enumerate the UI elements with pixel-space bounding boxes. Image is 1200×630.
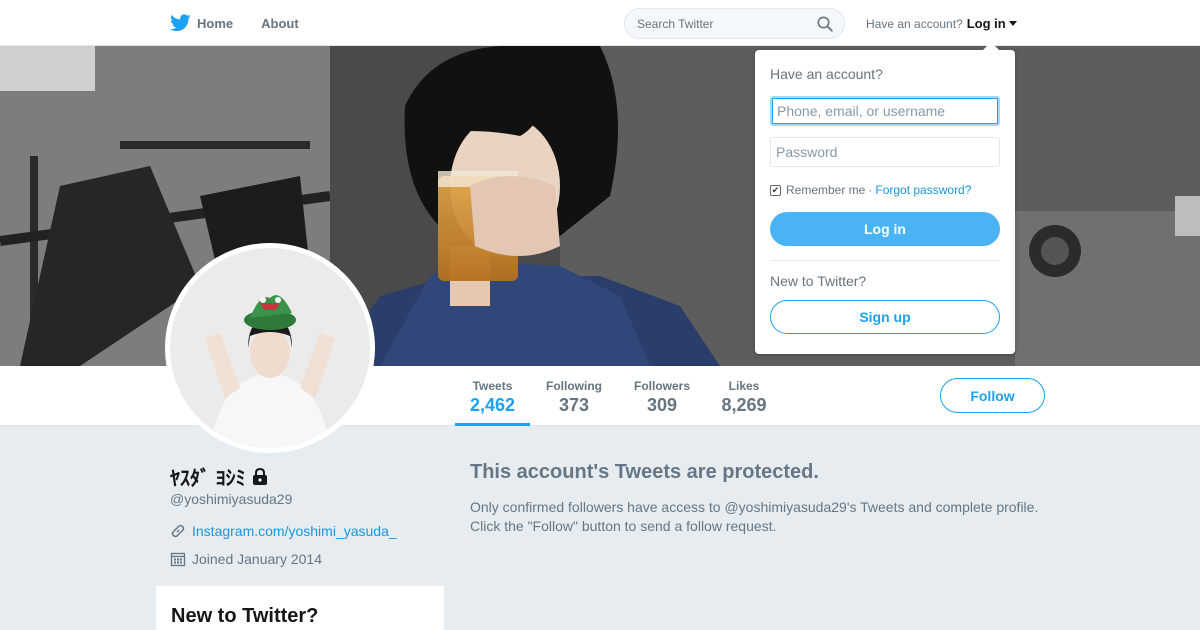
profile-name-text: ﾔｽﾀﾞ ﾖｼﾐ	[170, 468, 246, 490]
signup-card: New to Twitter?	[156, 586, 444, 630]
stat-likes-label: Likes	[728, 379, 760, 393]
protected-title: This account's Tweets are protected.	[470, 461, 819, 483]
signup-card-heading: New to Twitter?	[171, 605, 319, 627]
stat-likes[interactable]: Likes 8,269	[714, 366, 774, 426]
link-icon	[171, 524, 185, 538]
profile-name: ﾔｽﾀﾞ ﾖｼﾐ	[170, 462, 268, 491]
profile-join-date-text: Joined January 2014	[192, 551, 322, 567]
caret-down-icon[interactable]	[1008, 21, 1017, 26]
password-input[interactable]	[770, 137, 1000, 167]
stat-following[interactable]: Following 373	[540, 366, 608, 426]
login-menu-toggle[interactable]: Log in	[967, 16, 1006, 31]
signup-button[interactable]: Sign up	[770, 300, 1000, 334]
remember-row: ✔ Remember me · Forgot password?	[770, 183, 971, 197]
protected-message: Only confirmed followers have access to …	[470, 498, 1070, 536]
calendar-icon	[170, 552, 186, 567]
profile-website: Instagram.com/yoshimi_yasuda_	[170, 523, 397, 539]
account-menu: Have an account? Log in	[866, 16, 1017, 31]
follow-button[interactable]: Follow	[940, 378, 1045, 413]
profile-join-date: Joined January 2014	[170, 551, 322, 567]
stat-followers[interactable]: Followers 309	[628, 366, 696, 426]
login-button[interactable]: Log in	[770, 212, 1000, 246]
search-box	[624, 8, 845, 39]
stat-tweets[interactable]: Tweets 2,462	[455, 366, 530, 426]
stat-tweets-value: 2,462	[469, 395, 516, 415]
profile-avatar[interactable]	[165, 243, 375, 453]
stat-following-label: Following	[546, 379, 602, 393]
remember-me-label[interactable]: Remember me	[786, 183, 865, 197]
protected-message-line1: Only confirmed followers have access to …	[470, 499, 1039, 515]
new-to-twitter-text: New to Twitter?	[770, 273, 867, 289]
nav-links: Home About	[170, 0, 327, 46]
forgot-password-link[interactable]: Forgot password?	[875, 183, 971, 197]
stat-followers-label: Followers	[633, 379, 690, 393]
dropdown-divider	[770, 260, 1000, 261]
have-account-text: Have an account?	[866, 16, 963, 31]
nav-home[interactable]: Home	[170, 14, 233, 32]
nav-about-label: About	[261, 15, 299, 31]
login-dropdown: Have an account? ✔ Remember me · Forgot …	[755, 42, 1015, 354]
nav-about[interactable]: About	[261, 16, 299, 31]
remember-separator: ·	[868, 183, 873, 197]
avatar-image	[170, 248, 370, 448]
profile-website-link[interactable]: Instagram.com/yoshimi_yasuda_	[192, 523, 397, 539]
protected-message-line2: Click the "Follow" button to send a foll…	[470, 518, 777, 534]
stat-followers-value: 309	[646, 395, 678, 415]
stat-tweets-label: Tweets	[472, 379, 513, 393]
top-nav-bar: Home About Have an account? Log in	[0, 0, 1200, 46]
login-dropdown-heading: Have an account?	[770, 66, 883, 82]
stat-following-value: 373	[558, 395, 590, 415]
profile-screen-name: @yoshimiyasuda29	[170, 491, 293, 507]
twitter-bird-icon	[170, 14, 191, 32]
search-input[interactable]	[637, 17, 807, 31]
nav-home-label: Home	[197, 15, 234, 31]
stat-likes-value: 8,269	[721, 395, 767, 415]
remember-me-checkbox[interactable]: ✔	[770, 184, 781, 196]
username-input[interactable]	[770, 96, 1000, 126]
search-icon[interactable]	[817, 16, 833, 32]
lock-icon	[252, 468, 267, 485]
